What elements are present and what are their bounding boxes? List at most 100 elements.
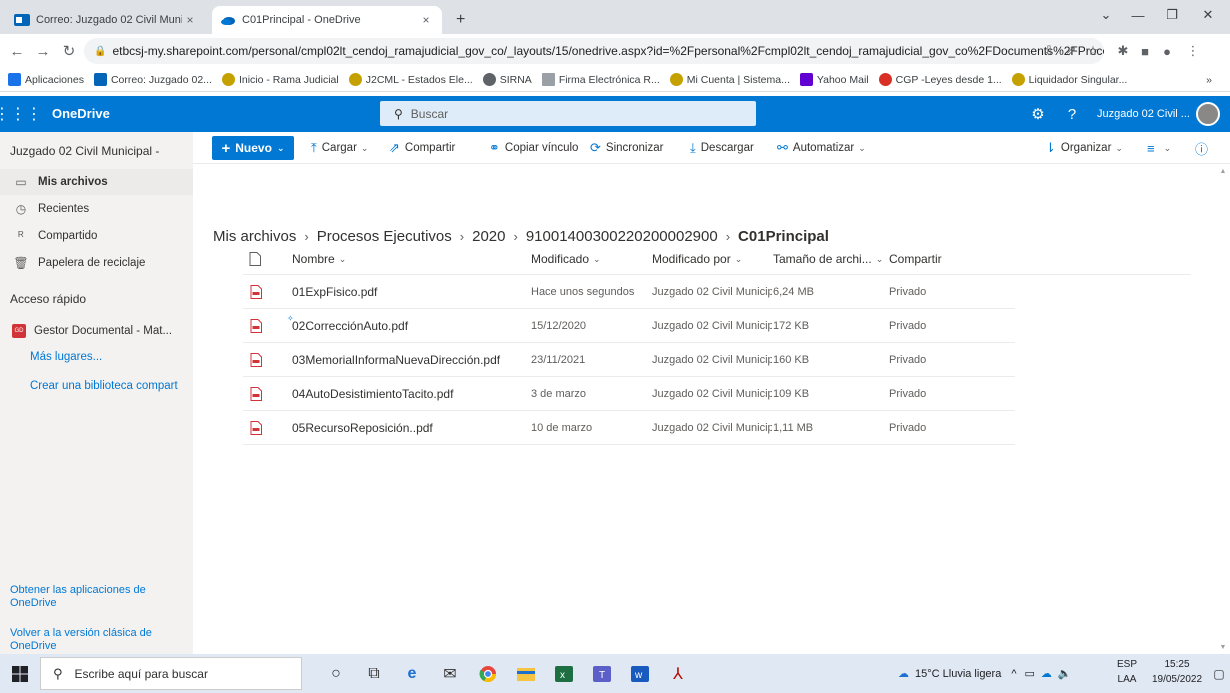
sharing-cell[interactable]: Privado — [889, 309, 1009, 343]
close-tab-icon[interactable]: × — [182, 13, 198, 27]
bookmark-mi-cuenta[interactable]: Mi Cuenta | Sistema... — [669, 73, 790, 86]
file-explorer-icon[interactable] — [508, 658, 544, 689]
word-icon[interactable]: w — [622, 658, 658, 689]
nav-item-recycle-bin[interactable]: 🗑 Papelera de reciclaje — [0, 250, 193, 276]
account-name[interactable]: Juzgado 02 Civil ... — [1097, 96, 1190, 132]
table-row[interactable]: 03MemorialInformaNuevaDirección.pdf 23/11… — [243, 343, 1015, 377]
cortana-icon[interactable]: ○ — [318, 658, 354, 689]
share-button[interactable]: ⇗ Compartir — [389, 132, 455, 164]
sharing-cell[interactable]: Privado — [889, 275, 1009, 309]
new-tab-button[interactable]: + — [448, 6, 474, 34]
upload-button[interactable]: ⤒ Cargar ⌄ — [311, 132, 368, 164]
sidepanel-icon[interactable]: ■ — [1136, 42, 1154, 60]
task-view-icon[interactable]: ⧉ — [356, 658, 392, 689]
file-name-link[interactable]: 03MemorialInformaNuevaDirección.pdf — [292, 343, 527, 377]
nav-item-gestor-documental[interactable]: GD Gestor Documental - Mat... — [0, 318, 193, 344]
windows-start-icon[interactable] — [0, 654, 40, 693]
volume-icon[interactable]: 🔈 — [1058, 667, 1072, 680]
back-icon[interactable]: ← — [6, 40, 28, 62]
view-options-button[interactable]: ≡ ⌄ — [1147, 132, 1171, 164]
table-row[interactable]: 05RecursoReposición..pdf 10 de marzo Juzga… — [243, 411, 1015, 445]
file-name-link[interactable]: 01ExpFisico.pdf — [292, 275, 527, 309]
file-name-link[interactable]: 05RecursoReposición..pdf — [292, 411, 527, 445]
weather-text[interactable]: 15°C Lluvia ligera — [915, 668, 1001, 680]
download-button[interactable]: ⤓ Descargar — [690, 132, 754, 164]
breadcrumb-item[interactable]: 2020 — [472, 228, 505, 245]
new-button[interactable]: + Nuevo ⌄ — [212, 136, 294, 160]
bookmark-sirna[interactable]: SIRNA — [482, 73, 532, 86]
bookmark-rama-judicial[interactable]: Inicio - Rama Judicial — [221, 73, 339, 86]
acrobat-icon[interactable]: ⅄ — [660, 658, 696, 689]
sharing-cell[interactable]: Privado — [889, 411, 1009, 445]
sharing-cell[interactable]: Privado — [889, 343, 1009, 377]
nav-item-shared[interactable]: ᴿ Compartido — [0, 223, 193, 249]
restore-icon[interactable]: ❐ — [1152, 0, 1192, 30]
bookmark-j2cml[interactable]: J2CML - Estados Ele... — [348, 73, 473, 86]
mail-app-icon[interactable]: ✉ — [432, 658, 468, 689]
bookmark-mail[interactable]: Correo: Juzgado 02... — [93, 73, 212, 86]
address-bar[interactable]: 🔒 etbcsj-my.sharepoint.com/personal/cmpl… — [84, 38, 1104, 64]
scroll-down-icon[interactable]: ▼ — [1216, 640, 1230, 654]
install-app-icon[interactable]: ⇩ — [1040, 42, 1058, 60]
help-icon[interactable]: ? — [1058, 96, 1086, 132]
nav-item-recent[interactable]: ◷ Recientes — [0, 196, 193, 222]
close-window-icon[interactable]: ✕ — [1188, 0, 1228, 30]
column-header-sharing[interactable]: Compartir — [889, 244, 942, 274]
column-header-modified[interactable]: Modificado ⌄ — [531, 244, 601, 274]
share-page-icon[interactable]: ⇗ — [1062, 42, 1080, 60]
avatar[interactable] — [1196, 102, 1220, 126]
automate-button[interactable]: ⚯ Automatizar ⌄ — [777, 132, 866, 164]
notification-icon[interactable]: ▢ — [1210, 665, 1228, 683]
create-library-link[interactable]: Crear una biblioteca compart — [30, 380, 178, 392]
breadcrumb-item[interactable]: Procesos Ejecutivos — [317, 228, 452, 245]
browser-tab-mail[interactable]: Correo: Juzgado 02 Civil Municip × — [6, 6, 206, 34]
close-tab-icon[interactable]: × — [418, 13, 434, 27]
network-icon[interactable]: ▭ — [1025, 667, 1035, 680]
sync-button[interactable]: ⟳ Sincronizar — [590, 132, 663, 164]
menu-dots-icon[interactable]: ⋮ — [1184, 42, 1202, 60]
column-header-size[interactable]: Tamaño de archi... ⌄ — [773, 244, 883, 274]
clock[interactable]: 15:25 19/05/2022 — [1144, 657, 1210, 687]
app-name[interactable]: OneDrive — [52, 96, 110, 132]
app-launcher-icon[interactable]: ⋮⋮⋮ — [0, 96, 42, 132]
search-input[interactable]: ⚲ Buscar — [380, 101, 756, 126]
column-header-name[interactable]: Nombre ⌄ — [292, 244, 346, 274]
file-type-header-icon[interactable] — [249, 244, 261, 274]
file-name-link[interactable]: 04AutoDesistimientoTacito.pdf — [292, 377, 527, 411]
browser-tab-onedrive[interactable]: C01Principal - OneDrive × — [212, 6, 442, 34]
breadcrumb-item[interactable]: 91001400300220200002900 — [526, 228, 718, 245]
taskbar-search-input[interactable]: ⚲ Escribe aquí para buscar — [40, 657, 302, 690]
extensions-icon[interactable]: ✱ — [1114, 42, 1132, 60]
table-row[interactable]: ✧ 02CorrecciónAuto.pdf 15/12/2020 Juzgado 0… — [243, 309, 1015, 343]
profile-icon[interactable]: ● — [1158, 42, 1176, 60]
details-pane-button[interactable]: ⓘ — [1195, 132, 1213, 164]
column-header-modified-by[interactable]: Modificado por ⌄ — [652, 244, 742, 274]
chevron-up-icon[interactable]: ^ — [1011, 668, 1016, 680]
internet-explorer-icon[interactable]: e — [394, 658, 430, 689]
bookmark-cgp[interactable]: CGP -Leyes desde 1... — [878, 73, 1002, 86]
vertical-scrollbar[interactable]: ▲ ▼ — [1216, 164, 1230, 654]
table-row[interactable]: 04AutoDesistimientoTacito.pdf 3 de marzo J… — [243, 377, 1015, 411]
scroll-up-icon[interactable]: ▲ — [1216, 164, 1230, 178]
chrome-icon[interactable] — [470, 658, 506, 689]
file-name-link[interactable]: 02CorrecciónAuto.pdf — [292, 309, 527, 343]
reload-icon[interactable]: ↻ — [58, 40, 80, 62]
bookmark-star-icon[interactable]: ☆ — [1084, 42, 1102, 60]
bookmark-liquidador[interactable]: Liquidador Singular... — [1011, 73, 1127, 86]
more-places-link[interactable]: Más lugares... — [30, 351, 102, 363]
bookmark-firma[interactable]: Firma Electrónica R... — [541, 73, 660, 86]
copy-link-button[interactable]: ⚭ Copiar vínculo — [489, 132, 578, 164]
language-indicator[interactable]: ESP LAA — [1114, 657, 1140, 687]
forward-icon[interactable]: → — [32, 40, 54, 62]
teams-icon[interactable]: T — [584, 658, 620, 689]
organize-button[interactable]: ⇂ Organizar ⌄ — [1045, 132, 1123, 164]
breadcrumb-item[interactable]: Mis archivos — [213, 228, 296, 245]
get-apps-link[interactable]: Obtener las aplicaciones de OneDrive — [10, 584, 180, 610]
table-row[interactable]: 01ExpFisico.pdf Hace unos segundos Juzgado… — [243, 275, 1015, 309]
bookmark-apps[interactable]: Aplicaciones — [8, 73, 84, 86]
onedrive-tray-icon[interactable]: ☁ — [1041, 667, 1052, 680]
bookmark-yahoo[interactable]: Yahoo Mail — [799, 73, 869, 86]
settings-gear-icon[interactable]: ⚙ — [1024, 96, 1052, 132]
bookmarks-overflow-icon[interactable]: » — [1206, 74, 1212, 86]
nav-item-my-files[interactable]: ▭ Mis archivos — [0, 169, 193, 195]
